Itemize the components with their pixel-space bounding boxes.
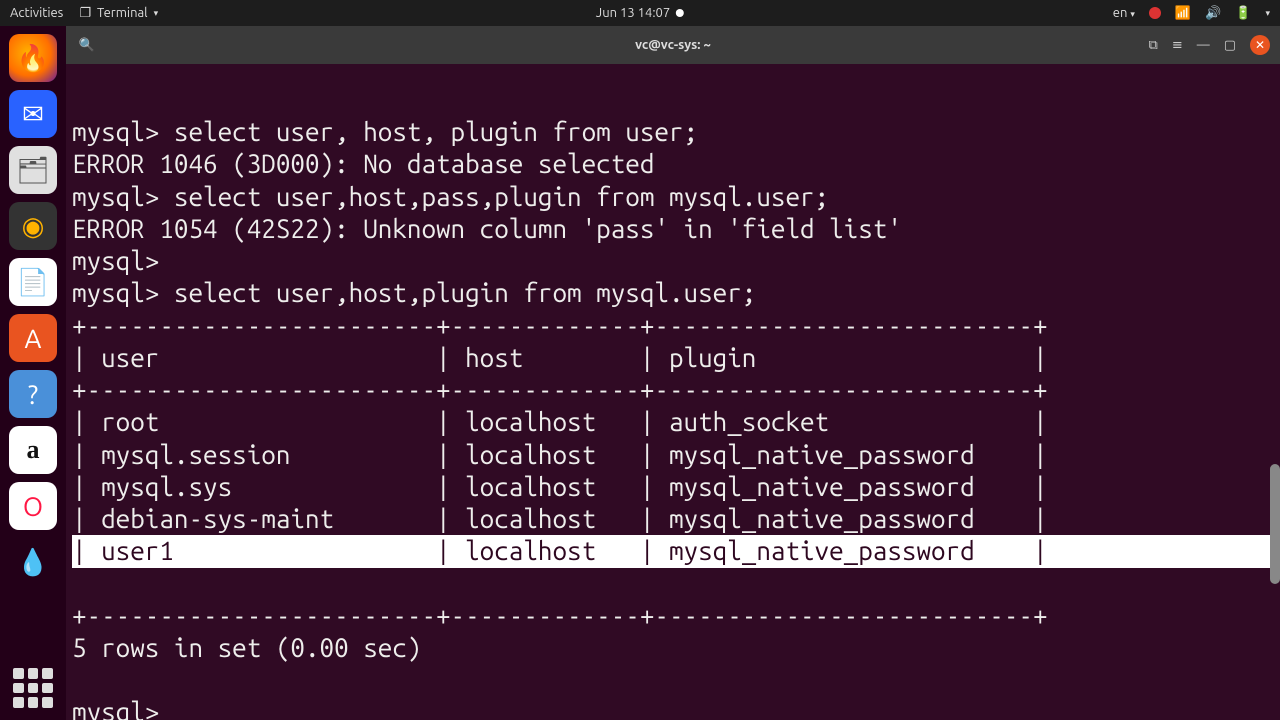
terminal-line: ERROR 1046 (3D000): No database selected: [72, 149, 654, 178]
app-menu-label: Terminal: [97, 6, 148, 20]
terminal-prompt: mysql>: [72, 697, 174, 720]
activities-button[interactable]: Activities: [10, 6, 63, 20]
notification-dot-icon: [676, 9, 684, 17]
minimize-button[interactable]: —: [1197, 38, 1210, 52]
dock-item-amazon[interactable]: a: [9, 426, 57, 474]
chevron-down-icon: ▾: [1130, 9, 1135, 19]
clock[interactable]: Jun 13 14:07: [596, 6, 684, 20]
app-menu[interactable]: ❐ Terminal ▾: [79, 6, 158, 21]
table-row: | mysql.sys | localhost | mysql_native_p…: [72, 472, 1048, 501]
table-header: | user | host | plugin |: [72, 343, 1048, 372]
dock-item-firefox[interactable]: 🔥: [9, 34, 57, 82]
table-row-selected: | user1 | localhost | mysql_native_passw…: [72, 535, 1274, 567]
maximize-button[interactable]: ▢: [1224, 38, 1236, 53]
table-separator: +------------------------+-------------+…: [72, 311, 1048, 340]
dock-item-thunderbird[interactable]: ✉: [9, 90, 57, 138]
dock-item-rhythmbox[interactable]: ◉: [9, 202, 57, 250]
dock: 🔥 ✉ 🗂 ◉ 📄 A ? a O 💧: [0, 26, 66, 720]
wifi-icon[interactable]: 📶: [1175, 6, 1191, 21]
table-separator: +------------------------+-------------+…: [72, 601, 1048, 630]
dock-item-writer[interactable]: 📄: [9, 258, 57, 306]
gnome-top-panel: Activities ❐ Terminal ▾ Jun 13 14:07 en …: [0, 0, 1280, 26]
terminal-line: mysql> select user,host,pass,plugin from…: [72, 182, 829, 211]
dock-item-software[interactable]: A: [9, 314, 57, 362]
search-icon[interactable]: 🔍: [76, 38, 98, 53]
system-menu-chevron-icon[interactable]: ▾: [1265, 8, 1270, 19]
battery-icon[interactable]: 🔋: [1235, 6, 1251, 21]
terminal-window: 🔍 vc@vc-sys: ~ ⧉ ≡ — ▢ ✕ mysql> select u…: [66, 26, 1280, 720]
volume-icon[interactable]: 🔊: [1205, 6, 1221, 21]
terminal-line: mysql>: [72, 246, 174, 275]
dock-item-help[interactable]: ?: [9, 370, 57, 418]
clock-label: Jun 13 14:07: [596, 6, 670, 20]
dock-item-deluge[interactable]: 💧: [9, 538, 57, 586]
hamburger-menu-icon[interactable]: ≡: [1172, 38, 1183, 53]
terminal-line: ERROR 1054 (42S22): Unknown column 'pass…: [72, 214, 902, 243]
new-tab-icon[interactable]: ⧉: [1149, 38, 1158, 53]
result-summary: 5 rows in set (0.00 sec): [72, 633, 421, 662]
table-row: | root | localhost | auth_socket |: [72, 407, 1048, 436]
terminal-icon: ❐: [79, 6, 91, 21]
window-title: vc@vc-sys: ~: [635, 38, 711, 52]
table-row: | debian-sys-maint | localhost | mysql_n…: [72, 504, 1048, 533]
terminal-titlebar: 🔍 vc@vc-sys: ~ ⧉ ≡ — ▢ ✕: [66, 26, 1280, 64]
terminal-line: mysql> select user,host,plugin from mysq…: [72, 278, 756, 307]
scrollbar-thumb[interactable]: [1270, 464, 1280, 584]
input-language[interactable]: en ▾: [1113, 6, 1135, 20]
record-indicator-icon[interactable]: [1149, 7, 1161, 19]
terminal-line: mysql> select user, host, plugin from us…: [72, 117, 698, 146]
close-button[interactable]: ✕: [1250, 35, 1270, 55]
chevron-down-icon: ▾: [154, 8, 159, 19]
terminal-output[interactable]: mysql> select user, host, plugin from us…: [66, 64, 1280, 720]
table-row: | mysql.session | localhost | mysql_nati…: [72, 440, 1048, 469]
dock-item-files[interactable]: 🗂: [9, 146, 57, 194]
dock-item-opera[interactable]: O: [9, 482, 57, 530]
table-separator: +------------------------+-------------+…: [72, 375, 1048, 404]
show-applications-button[interactable]: [13, 668, 53, 708]
